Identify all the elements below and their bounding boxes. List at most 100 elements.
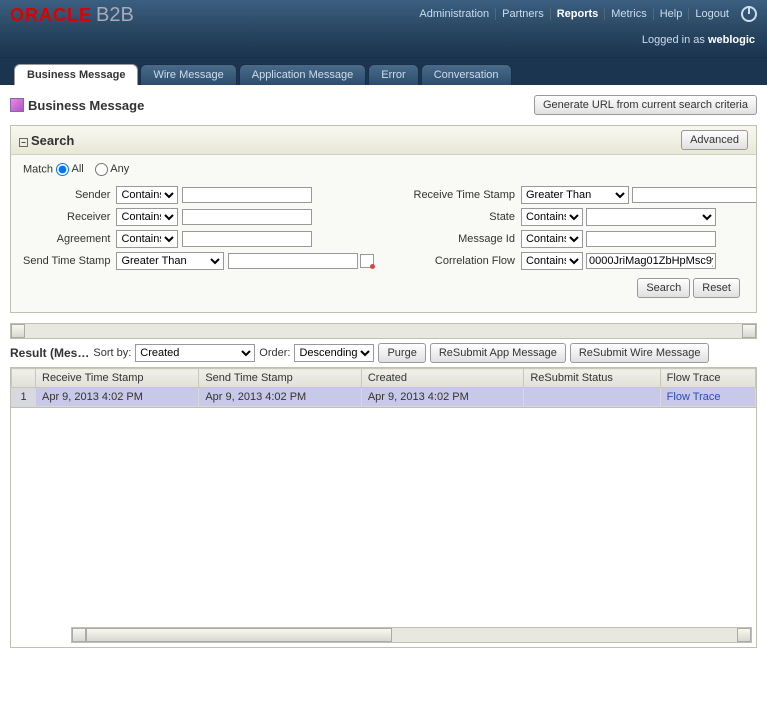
operator-select-message-id[interactable]: Contains [521, 230, 583, 248]
operator-select-receive-time-stamp[interactable]: Greater Than [521, 186, 629, 204]
search-horizontal-scrollbar[interactable] [10, 323, 757, 339]
tab-business-message[interactable]: Business Message [14, 64, 138, 85]
reset-button[interactable]: Reset [693, 278, 740, 298]
column-header[interactable]: ReSubmit Status [524, 369, 660, 388]
column-header[interactable]: Created [361, 369, 524, 388]
result-table: Receive Time StampSend Time StampCreated… [11, 368, 756, 407]
resubmit-wire-button[interactable]: ReSubmit Wire Message [570, 343, 710, 363]
app-header: ORACLEB2B AdministrationPartnersReportsM… [0, 0, 767, 58]
value-select-state[interactable] [586, 208, 716, 226]
table-cell[interactable]: Flow Trace [660, 388, 755, 407]
tab-error[interactable]: Error [368, 64, 418, 85]
page-title-text: Business Message [28, 98, 144, 113]
search-header: −Search Advanced [11, 126, 756, 155]
field-label-receive-time-stamp: Receive Time Stamp [414, 184, 521, 206]
table-cell [524, 388, 660, 407]
result-horizontal-scrollbar[interactable] [71, 627, 752, 643]
order-select[interactable]: Descending [294, 344, 374, 362]
nav-link-administration[interactable]: Administration [413, 8, 496, 20]
generate-url-button[interactable]: Generate URL from current search criteri… [534, 95, 757, 115]
field-row: Message IdContains [414, 228, 757, 250]
table-body: 1Apr 9, 2013 4:02 PMApr 9, 2013 4:02 PMA… [12, 388, 756, 407]
logged-in-user: weblogic [708, 34, 755, 46]
sort-by-select[interactable]: Created [135, 344, 255, 362]
nav-link-help[interactable]: Help [654, 8, 690, 20]
match-any-radio[interactable] [95, 163, 108, 176]
operator-select-sender[interactable]: Contains [116, 186, 178, 204]
field-row: AgreementContains [23, 228, 374, 250]
column-header[interactable]: Send Time Stamp [199, 369, 362, 388]
value-input-send-time-stamp[interactable] [228, 253, 358, 269]
logged-in-prefix: Logged in as [642, 34, 708, 46]
resubmit-app-button[interactable]: ReSubmit App Message [430, 343, 566, 363]
operator-select-send-time-stamp[interactable]: Greater Than [116, 252, 224, 270]
field-controls: Contains [116, 206, 373, 228]
field-row: StateContains [414, 206, 757, 228]
field-row: SenderContains [23, 184, 374, 206]
column-header[interactable]: Receive Time Stamp [36, 369, 199, 388]
search-fields-right: Receive Time StampGreater Than StateCont… [414, 184, 757, 272]
search-body: Match All Any SenderContains ReceiverCon… [11, 155, 756, 312]
flow-trace-link[interactable]: Flow Trace [667, 391, 721, 403]
table-cell: Apr 9, 2013 4:02 PM [36, 388, 199, 407]
field-label-state: State [414, 206, 521, 228]
operator-select-state[interactable]: Contains [521, 208, 583, 226]
field-controls: Contains [116, 228, 373, 250]
field-label-agreement: Agreement [23, 228, 116, 250]
value-input-receive-time-stamp[interactable] [632, 187, 756, 203]
logo-b2b: B2B [96, 4, 134, 26]
search-buttons: Search Reset [23, 272, 744, 304]
nav-link-logout[interactable]: Logout [689, 8, 735, 20]
value-input-correlation-flow[interactable] [586, 253, 716, 269]
tab-conversation[interactable]: Conversation [421, 64, 512, 85]
search-button[interactable]: Search [637, 278, 690, 298]
field-controls: Greater Than [116, 250, 373, 272]
search-title-text: Search [31, 133, 74, 148]
calendar-icon[interactable] [360, 254, 374, 268]
result-table-wrap: Receive Time StampSend Time StampCreated… [10, 367, 757, 408]
top-nav: AdministrationPartnersReportsMetricsHelp… [413, 6, 757, 22]
match-any-label[interactable]: Any [95, 163, 129, 175]
column-header[interactable] [12, 369, 36, 388]
nav-link-partners[interactable]: Partners [496, 8, 551, 20]
column-header[interactable]: Flow Trace [660, 369, 755, 388]
tab-application-message[interactable]: Application Message [239, 64, 367, 85]
field-label-correlation-flow: Correlation Flow [414, 250, 521, 272]
search-title: −Search [19, 133, 74, 148]
business-message-icon [10, 98, 24, 112]
result-empty-area [10, 408, 757, 648]
operator-select-agreement[interactable]: Contains [116, 230, 178, 248]
nav-link-metrics[interactable]: Metrics [605, 8, 653, 20]
table-row[interactable]: 1Apr 9, 2013 4:02 PMApr 9, 2013 4:02 PMA… [12, 388, 756, 407]
field-row: Correlation FlowContains [414, 250, 757, 272]
scrollbar-thumb[interactable] [86, 628, 392, 642]
value-input-message-id[interactable] [586, 231, 716, 247]
tab-wire-message[interactable]: Wire Message [140, 64, 236, 85]
table-cell: 1 [12, 388, 36, 407]
operator-select-correlation-flow[interactable]: Contains [521, 252, 583, 270]
collapse-icon[interactable]: − [19, 138, 28, 147]
tab-bar: Business MessageWire MessageApplication … [0, 58, 767, 85]
value-input-agreement[interactable] [182, 231, 312, 247]
match-all-radio[interactable] [56, 163, 69, 176]
operator-select-receiver[interactable]: Contains [116, 208, 178, 226]
match-row: Match All Any [23, 163, 744, 176]
result-toolbar: Result (Mes… Sort by: Created Order: Des… [10, 339, 757, 367]
search-fields-left: SenderContains ReceiverContains Agreemen… [23, 184, 374, 272]
table-cell: Apr 9, 2013 4:02 PM [199, 388, 362, 407]
field-row: Send Time StampGreater Than [23, 250, 374, 272]
table-cell: Apr 9, 2013 4:02 PM [361, 388, 524, 407]
field-row: Receive Time StampGreater Than [414, 184, 757, 206]
value-input-receiver[interactable] [182, 209, 312, 225]
logo: ORACLEB2B [10, 4, 134, 27]
nav-link-reports[interactable]: Reports [551, 8, 606, 20]
advanced-button[interactable]: Advanced [681, 130, 748, 150]
power-icon[interactable] [741, 6, 757, 22]
search-fields: SenderContains ReceiverContains Agreemen… [23, 184, 744, 272]
field-label-sender: Sender [23, 184, 116, 206]
field-controls: Contains [521, 228, 756, 250]
value-input-sender[interactable] [182, 187, 312, 203]
match-all-label[interactable]: All [56, 163, 84, 175]
logo-oracle: ORACLE [10, 5, 92, 25]
purge-button[interactable]: Purge [378, 343, 425, 363]
